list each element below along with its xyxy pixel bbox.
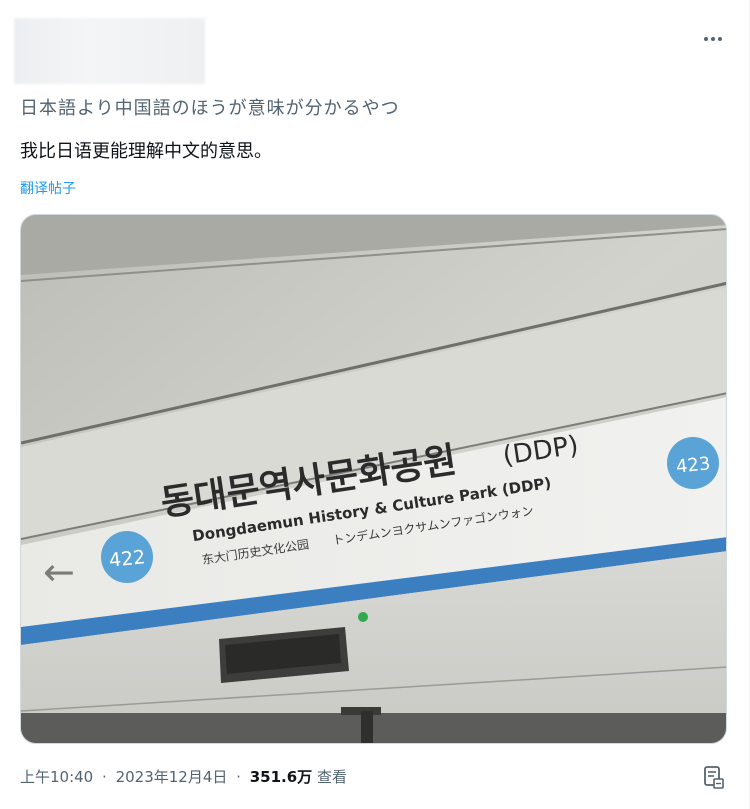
views-count: 351.6万 [249, 768, 313, 786]
tweet-translated-text: 我比日语更能理解中文的意思。 [20, 141, 272, 162]
bookmark-icon [704, 766, 724, 789]
translate-post-link[interactable]: 翻译帖子 [20, 178, 76, 198]
more-dots-icon [704, 37, 708, 41]
more-options-button[interactable] [696, 24, 730, 54]
meta-separator: · [236, 768, 241, 786]
views-label: 查看 [316, 768, 347, 786]
station-number-next: 423 [675, 453, 711, 477]
tweet-metadata: 上午10:40 · 2023年12月4日 · 351.6万 查看 [20, 766, 347, 787]
tweet: 日本語より中国語のほうが意味が分かるやつ 我比日语更能理解中文的意思。 翻译帖子 [0, 0, 750, 809]
bookmark-button[interactable] [700, 764, 726, 790]
meta-separator: · [102, 768, 107, 786]
tweet-date[interactable]: 2023年12月4日 [116, 768, 228, 786]
station-number-current: 422 [108, 546, 146, 572]
station-number-badge-next: 423 [667, 437, 719, 489]
tweet-original-text: 日本語より中国語のほうが意味が分かるやつ [20, 98, 400, 119]
tweet-time[interactable]: 上午10:40 [20, 768, 93, 786]
left-arrow-icon: ← [43, 550, 75, 594]
tweet-photo[interactable]: ← 422 423 동대문역사문화공원 (DDP) Dongdaemun His… [20, 214, 727, 744]
station-number-badge-current: 422 [101, 531, 153, 583]
author-header-blurred[interactable] [14, 18, 205, 84]
indicator-light [358, 612, 368, 622]
